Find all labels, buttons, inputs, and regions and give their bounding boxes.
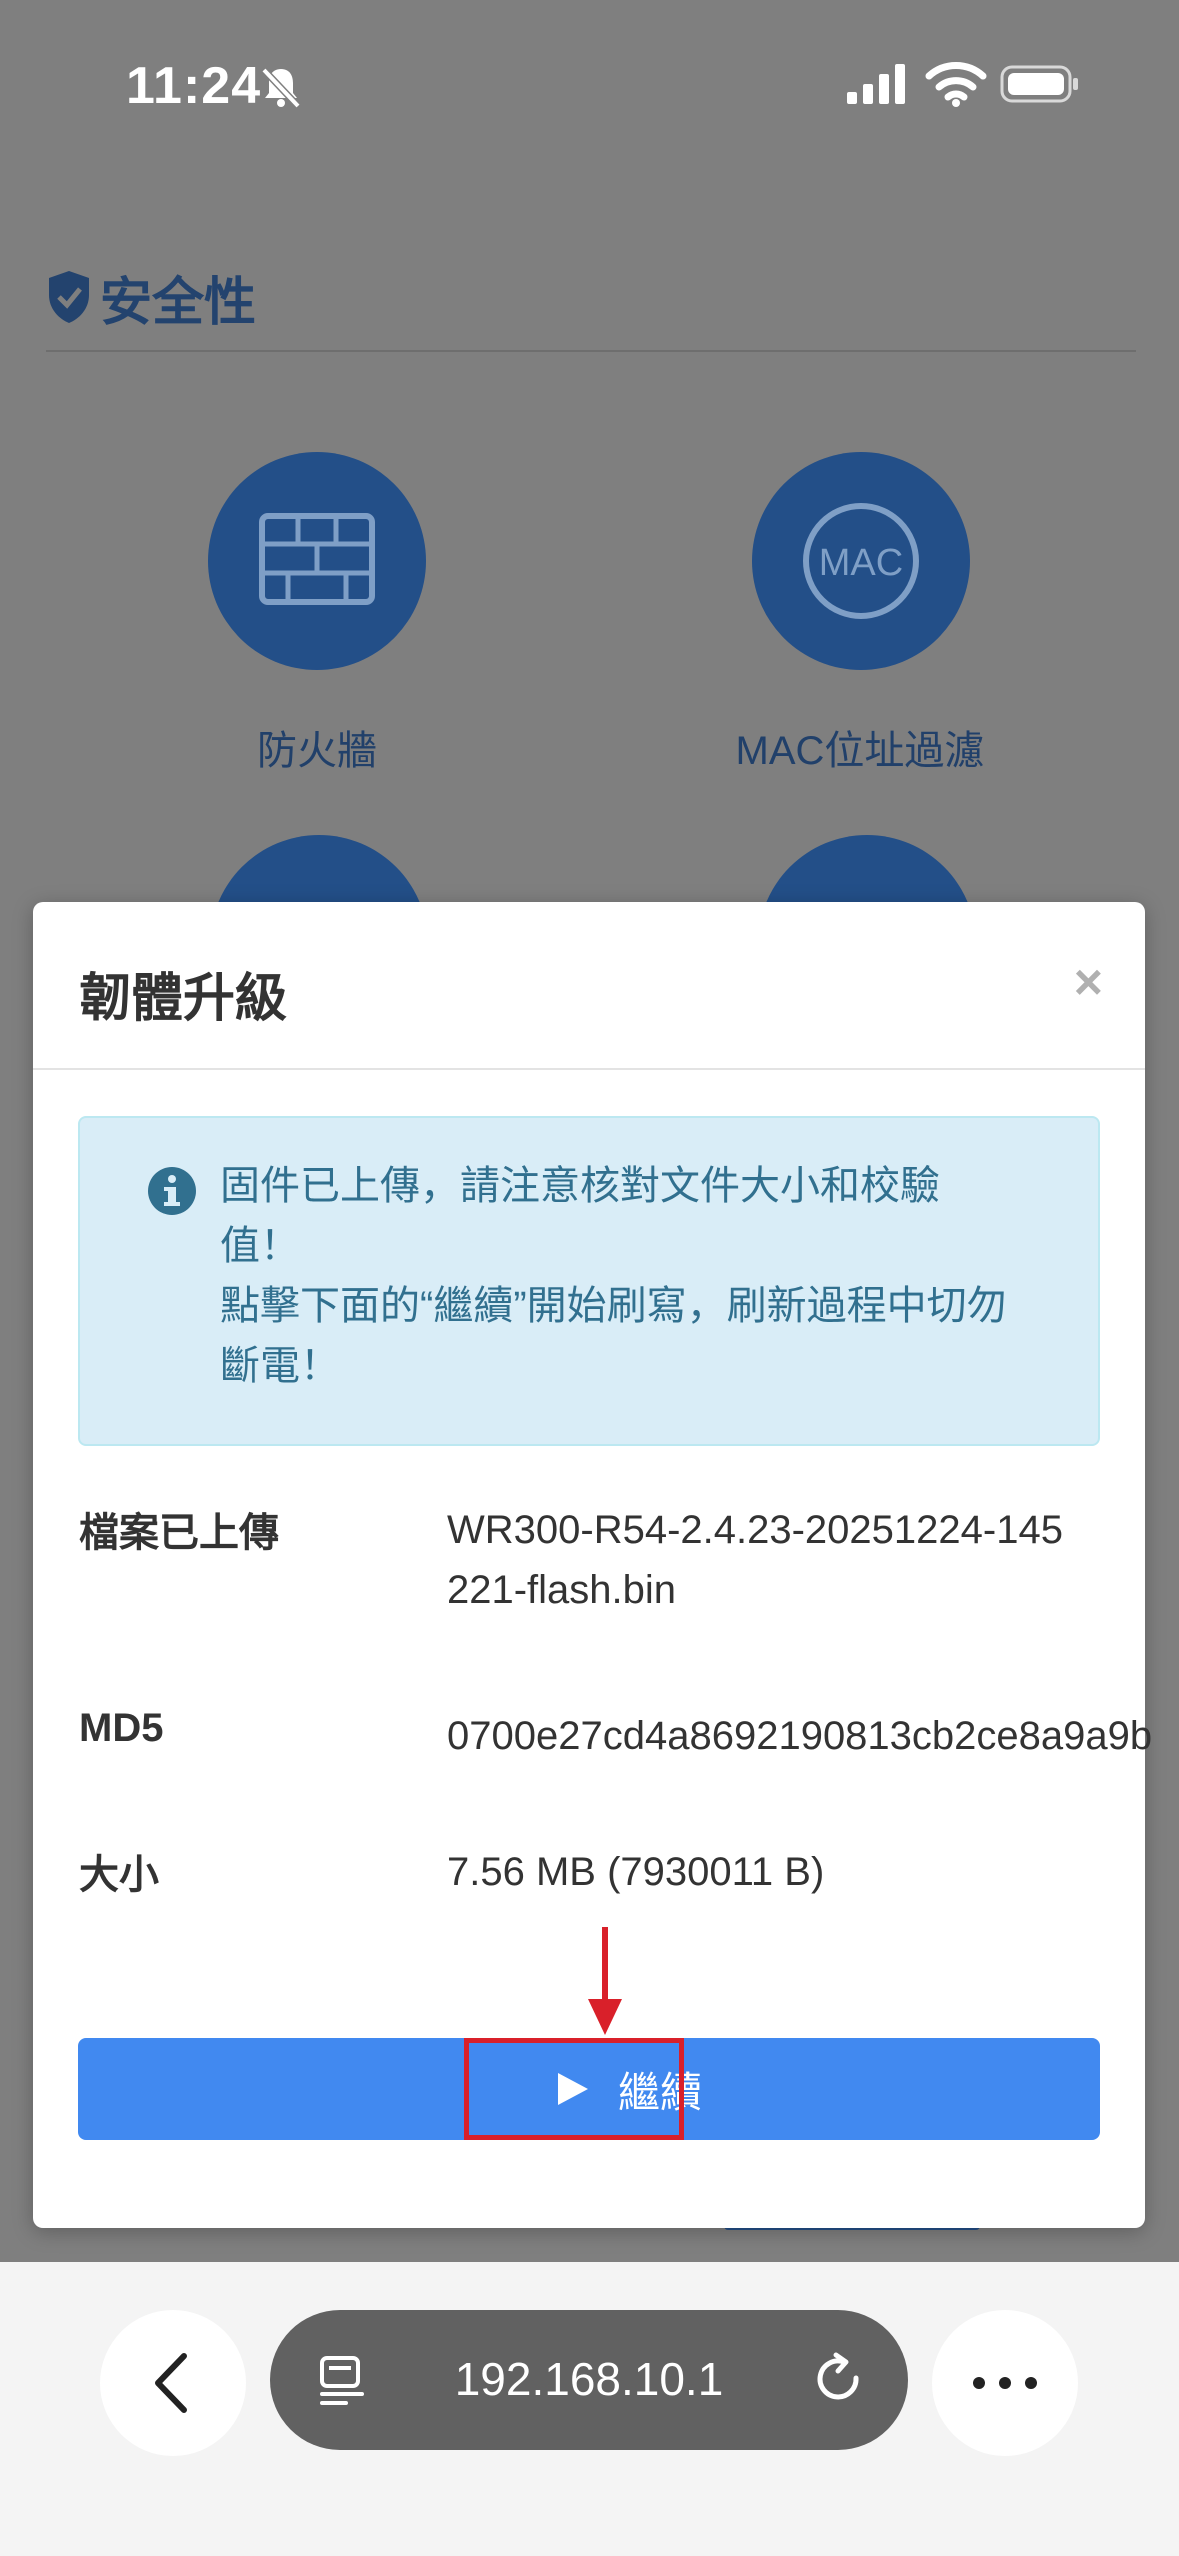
- down-arrow-annotation: [588, 1927, 622, 2035]
- alert-line: 點擊下面的“繼續”開始刷寫，刷新過程中切勿: [220, 1284, 1007, 1328]
- modal-header: 韌體升級 ×: [33, 902, 1145, 1070]
- firewall-label: 防火牆: [257, 729, 377, 773]
- size-label: 大小: [79, 1853, 159, 1897]
- alert-line: 斷電！: [220, 1344, 340, 1388]
- silent-bell-icon: [261, 67, 301, 109]
- alert-line: 值！: [220, 1224, 300, 1268]
- section-title: 安全性: [46, 262, 256, 332]
- firewall-icon: [259, 513, 375, 605]
- info-alert: 固件已上傳，請注意核對文件大小和校驗 值！ 點擊下面的“繼續”開始刷寫，刷新過程…: [78, 1116, 1100, 1446]
- highlight-box-annotation: [464, 2038, 684, 2140]
- shield-check-icon: [49, 271, 89, 323]
- cellular-signal-icon: [847, 64, 905, 104]
- firmware-upgrade-modal: 韌體升級 × 固件已上傳，請注意核對文件大小和校驗 值！ 點擊下面的“繼續”開始…: [33, 902, 1152, 2228]
- md5-value: 0700e27cd4a8692190813cb2ce8a9a9b: [447, 1714, 1153, 1758]
- section-title-text: 安全性: [100, 273, 257, 332]
- reload-icon[interactable]: [810, 2350, 870, 2410]
- address-bar[interactable]: 192.168.10.1: [270, 2310, 908, 2450]
- wifi-icon: [925, 62, 987, 107]
- mac-icon: MAC: [803, 503, 919, 619]
- mac-filter-button[interactable]: MAC: [752, 452, 970, 670]
- back-button[interactable]: [100, 2310, 246, 2456]
- battery-icon: [1000, 65, 1078, 103]
- file-label: 檔案已上傳: [79, 1511, 279, 1555]
- close-button[interactable]: ×: [1074, 952, 1103, 1012]
- chevron-left-icon: [155, 2353, 187, 2413]
- section-divider: [46, 350, 1136, 352]
- size-value: 7.56 MB (7930011 B): [447, 1850, 825, 1894]
- status-bar: 11:24: [0, 0, 1179, 180]
- info-icon: [148, 1167, 196, 1215]
- browser-toolbar: 192.168.10.1: [0, 2262, 1179, 2556]
- ellipsis-icon: [973, 2377, 1037, 2389]
- mac-icon-text: MAC: [819, 542, 903, 584]
- modal-title: 韌體升級: [79, 970, 288, 1028]
- alert-line: 固件已上傳，請注意核對文件大小和校驗: [220, 1164, 940, 1208]
- more-options-button[interactable]: [932, 2310, 1078, 2456]
- firewall-button[interactable]: [208, 452, 426, 670]
- status-time: 11:24: [126, 57, 262, 115]
- md5-label: MD5: [79, 1706, 164, 1750]
- alert-message: 固件已上傳，請注意核對文件大小和校驗 值！ 點擊下面的“繼續”開始刷寫，刷新過程…: [220, 1156, 1080, 1396]
- mac-filter-label: MAC位址過濾: [735, 729, 985, 773]
- file-value: WR300-R54-2.4.23-20251224-145221-flash.b…: [447, 1508, 1063, 1612]
